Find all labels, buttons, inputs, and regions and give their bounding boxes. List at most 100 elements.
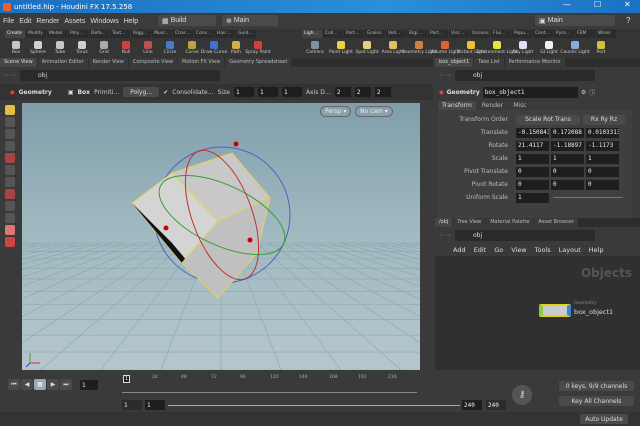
view-tool-icon[interactable] [5,201,15,211]
shelf-tab[interactable]: Part… [428,30,448,38]
network-menu-item[interactable]: Tools [535,246,551,254]
param-field[interactable]: 0 [586,166,619,177]
param-field[interactable]: 0 [551,179,584,190]
shelf-tab[interactable]: Poly… [68,30,88,38]
node-box-object1[interactable] [539,304,571,317]
shelf-tab[interactable]: Char… [173,30,193,38]
axis-z-field[interactable]: 2 [374,87,391,97]
minimize-button[interactable]: — [563,0,571,9]
shelf-tab[interactable]: Cons… [194,30,214,38]
path-input[interactable]: obj [454,229,595,241]
shelf-tab[interactable]: Rigg… [131,30,151,38]
help-icon[interactable]: ⓘ [589,88,595,97]
paint-icon[interactable] [5,237,15,247]
shelf-tool[interactable]: Sphere [27,41,49,55]
rotate-tool-icon[interactable] [5,129,15,139]
end-frame-field[interactable]: 240 [486,400,506,410]
shelf-tab[interactable]: Cont… [533,30,553,38]
auto-update-button[interactable]: Auto Update [580,414,628,424]
tab-animation-editor[interactable]: Animation Editor [37,58,88,67]
menu-file[interactable]: File [3,18,14,25]
context-select[interactable]: ⊕ Main [222,15,278,26]
axis-x-field[interactable]: 2 [334,87,351,97]
shelf-tool[interactable]: GI Light [536,41,562,55]
shelf-tool[interactable]: Tube [49,41,71,55]
network-menu-item[interactable]: Edit [474,246,487,254]
param-field[interactable]: -1.1173 [586,140,619,151]
shelf-tab[interactable]: Hair… [215,30,235,38]
param-field[interactable]: 0.172088 [551,127,584,138]
network-menu-item[interactable]: Add [453,246,466,254]
shelf-tab[interactable]: Pyro… [554,30,574,38]
param-field[interactable]: 0 [586,179,619,190]
scale-tool-icon[interactable] [5,141,15,151]
step-back-button[interactable]: ◀ [21,379,33,390]
param-field[interactable]: -1.18897 [551,140,584,151]
shelf-tool[interactable]: Draw Curve [201,41,227,55]
range-end-field[interactable]: 240 [462,400,482,410]
shelf-tab[interactable]: Coll… [323,30,343,38]
pose-tool-icon[interactable] [5,165,15,175]
play-button[interactable]: ▶ [47,379,59,390]
context-select-right[interactable]: ▣ Main [535,15,615,26]
magnet-icon[interactable] [5,225,15,235]
render-region-icon[interactable] [5,213,15,223]
network-menu-item[interactable]: Help [589,246,604,254]
frame-field[interactable]: 1 [80,380,98,390]
handle-point[interactable] [233,141,239,147]
back-forward-icon[interactable]: ⇦ ⇨ [4,72,16,79]
handle-point[interactable] [163,225,169,231]
tab-performance-monitor[interactable]: Performance Monitor [504,58,565,67]
tab-misc[interactable]: Misc [509,101,531,110]
scene-viewport[interactable]: Persp ▾ No cam ▾ [0,103,640,371]
range-start-field[interactable]: 1 [145,400,165,410]
shelf-tab[interactable]: Modify [26,30,46,38]
param-field[interactable]: 0 [551,166,584,177]
select-tool-icon[interactable] [5,105,15,115]
persp-menu[interactable]: Persp ▾ [320,106,352,117]
tab-tree-view[interactable]: Tree View [453,218,486,227]
shelf-tab[interactable]: Vell… [386,30,406,38]
key-icon[interactable]: ⚷ [512,385,532,405]
tab-scene-view[interactable]: Scene View [0,58,37,67]
shelf-tool[interactable]: Torus [71,41,93,55]
handle-tool-icon[interactable] [5,153,15,163]
shelf-tool[interactable]: Circle [159,41,181,55]
shelf-tool[interactable]: Camera [302,41,328,55]
param-field[interactable]: 0.0103313 [586,127,619,138]
shelf-tool[interactable]: Geometry Light [401,41,437,55]
tab-take-list[interactable]: Take List [474,58,504,67]
timeline-ruler[interactable]: 24 48 72 96 120 144 168 192 216 [122,375,417,393]
shelf-tool[interactable]: Curve [181,41,203,55]
shelf-tool[interactable]: Line [137,41,159,55]
transform-order-select[interactable]: Scale Rot Trans [516,114,580,125]
param-field[interactable]: 0 [516,179,549,190]
tab-transform[interactable]: Transform [438,101,476,110]
path-input[interactable]: obj [454,69,595,81]
back-forward-icon[interactable]: ⇦ ⇨ [439,72,451,79]
network-menu-item[interactable]: Go [494,246,503,254]
param-field[interactable]: 21.4117 [516,140,549,151]
shelf-tab[interactable]: Text… [110,30,130,38]
tab-composite-view[interactable]: Composite View [128,58,177,67]
tab-box-object1[interactable]: box_object1 [435,58,474,67]
uniform-scale-field[interactable]: 1 [516,192,549,203]
menu-help[interactable]: Help [124,18,138,25]
tab-motion-fx-view[interactable]: Motion FX View [178,58,225,67]
key-all-channels-button[interactable]: Key All Channels [559,396,634,406]
param-field[interactable]: 1 [551,153,584,164]
param-field[interactable]: -0.150843 [516,127,549,138]
gear-icon[interactable]: ⚙ [581,89,586,96]
handle-point[interactable] [247,237,253,243]
lock-icon[interactable] [5,177,15,187]
size-z-field[interactable]: 1 [281,87,302,97]
shelf-tool[interactable]: Spray Paint [245,41,271,55]
jump-start-button[interactable]: ⏮ [8,379,20,390]
shelf-tool[interactable]: Caustic Light [560,41,590,55]
shelf-tool[interactable]: Box [5,41,27,55]
stop-button[interactable]: ■ [34,379,46,390]
node-name-field[interactable]: box_object1 [482,86,578,98]
snap-icon[interactable] [5,189,15,199]
move-tool-icon[interactable] [5,117,15,127]
consolidate-checkbox[interactable]: ✔ [163,89,168,96]
